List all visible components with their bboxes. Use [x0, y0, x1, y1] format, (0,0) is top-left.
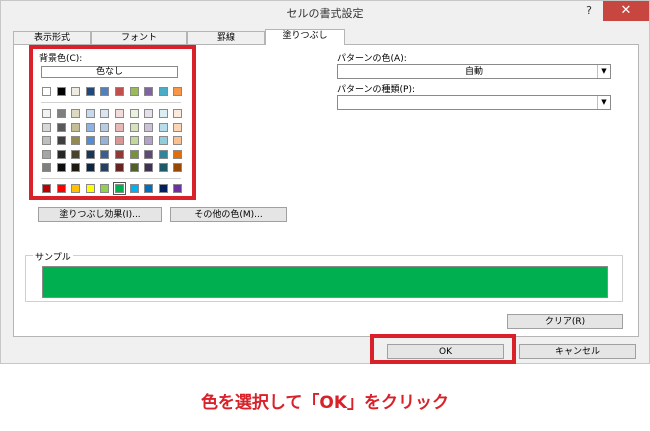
chevron-down-icon: ▼ [597, 65, 610, 78]
close-button[interactable]: ✕ [603, 1, 649, 21]
instruction-caption: 色を選択して「OK」をクリック [200, 393, 450, 413]
title-bar: セルの書式設定 ? ✕ [1, 1, 649, 23]
tab-fill[interactable]: 塗りつぶし [265, 29, 345, 45]
chevron-down-icon: ▼ [597, 96, 610, 109]
tab-number-format[interactable]: 表示形式 [13, 31, 91, 44]
fill-effects-button[interactable]: 塗りつぶし効果(I)... [38, 207, 162, 222]
palette-highlight-frame [29, 45, 196, 200]
sample-preview [42, 266, 608, 298]
pattern-style-label: パターンの種類(P): [337, 85, 416, 95]
ok-highlight-frame [370, 334, 516, 364]
tab-font[interactable]: フォント [91, 31, 187, 44]
pattern-style-select[interactable]: ▼ [337, 95, 611, 110]
tab-border[interactable]: 罫線 [187, 31, 265, 44]
sample-label: サンプル [33, 250, 73, 263]
pattern-color-select[interactable]: 自動 ▼ [337, 64, 611, 79]
pattern-color-label: パターンの色(A): [337, 54, 407, 64]
help-button[interactable]: ? [582, 4, 596, 18]
more-colors-button[interactable]: その他の色(M)... [170, 207, 287, 222]
cancel-button[interactable]: キャンセル [519, 344, 636, 359]
dialog-title: セルの書式設定 [286, 7, 364, 20]
clear-button[interactable]: クリア(R) [507, 314, 623, 329]
pattern-color-value: 自動 [464, 67, 483, 77]
